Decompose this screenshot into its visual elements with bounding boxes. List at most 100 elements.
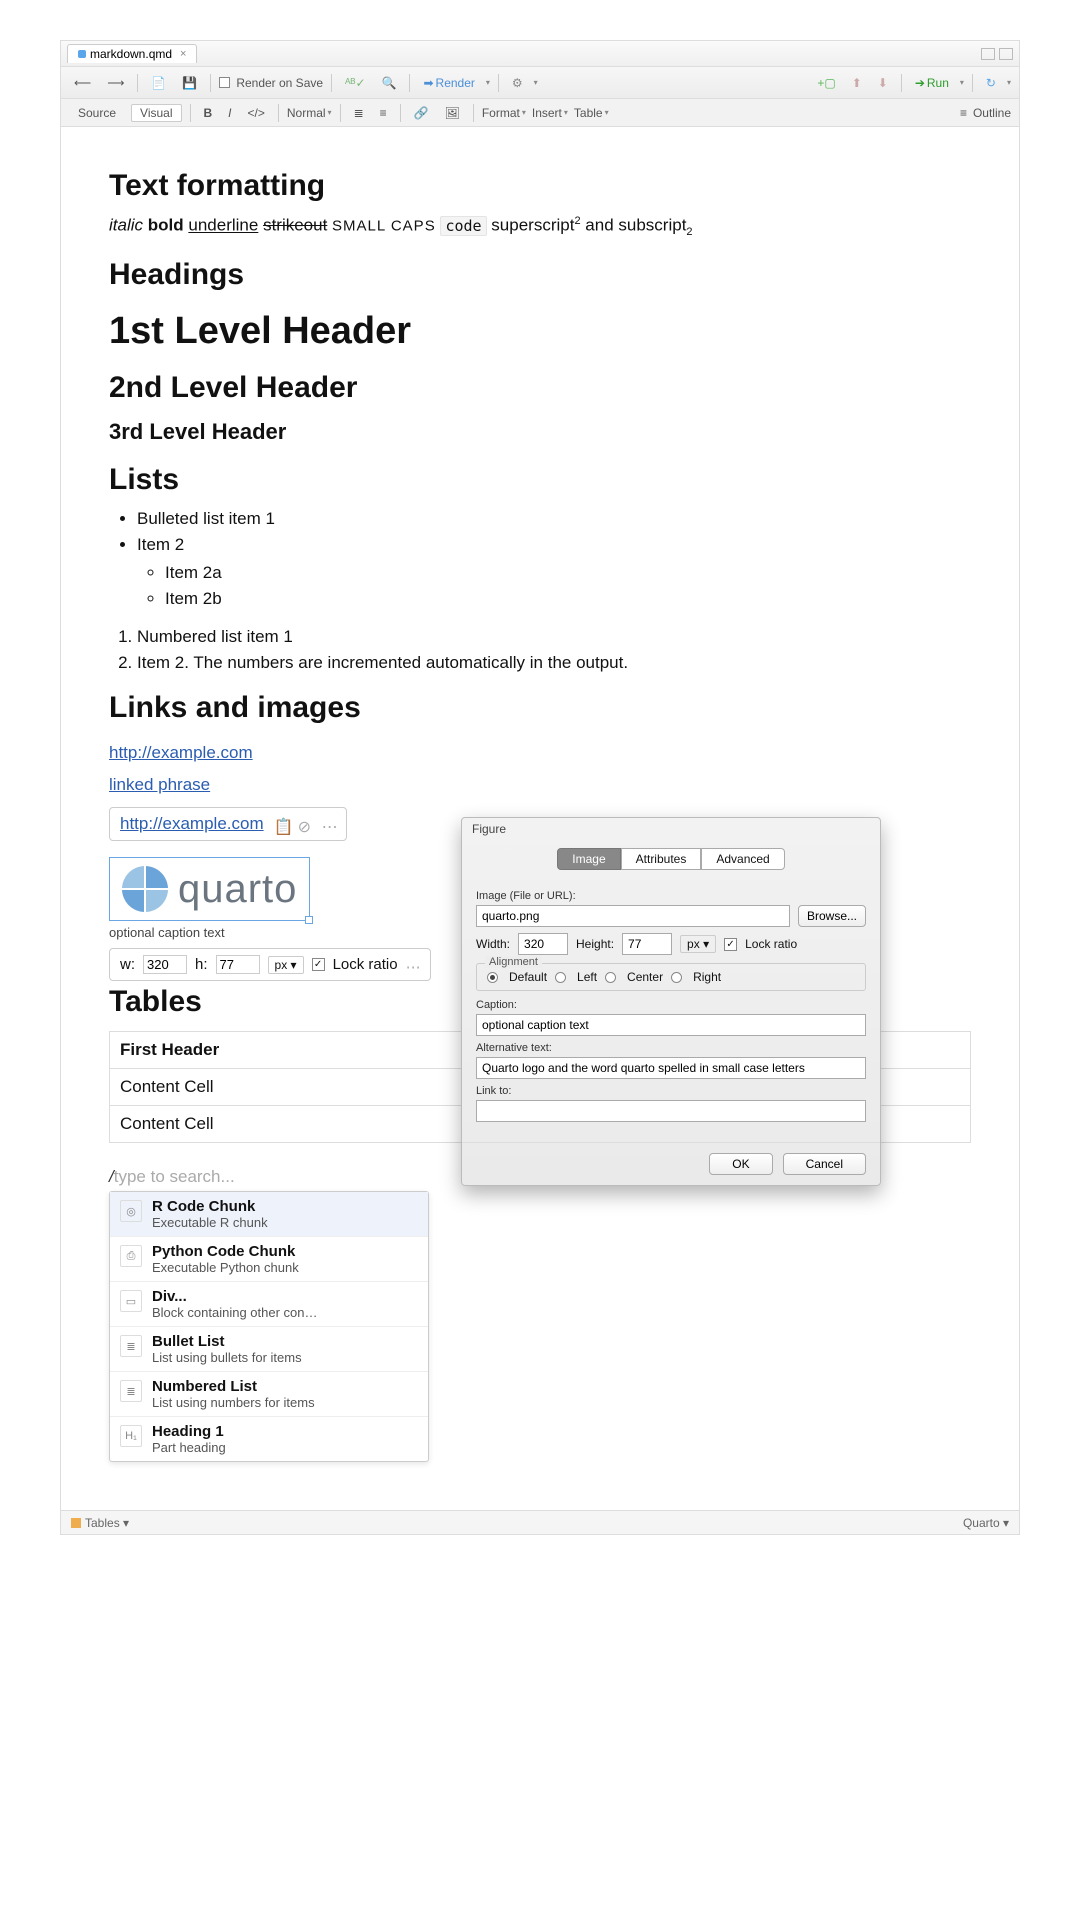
- link-to-input[interactable]: [476, 1100, 866, 1122]
- status-bar: Tables ▾ Quarto ▾: [61, 1510, 1019, 1534]
- slash-item-heading1[interactable]: H₁Heading 1Part heading: [110, 1417, 428, 1461]
- style-dropdown[interactable]: Normal▾: [287, 106, 332, 120]
- spellcheck-button[interactable]: ᴬᴮ✓: [340, 74, 370, 92]
- status-section[interactable]: Tables ▾: [85, 1516, 129, 1530]
- h1-sample: 1st Level Header: [109, 310, 971, 353]
- tab-image[interactable]: Image: [557, 848, 620, 870]
- lock-ratio-checkbox[interactable]: ✓: [312, 958, 325, 971]
- remove-link-icon[interactable]: ⊘: [298, 817, 312, 831]
- bullet-list-button[interactable]: ≣: [349, 104, 369, 122]
- main-toolbar: ⟵ ⟶ 📄 💾 Render on Save ᴬᴮ✓ 🔍 ➡ Render ▾ …: [61, 67, 1019, 99]
- find-button[interactable]: 🔍: [377, 74, 402, 92]
- add-chunk-button[interactable]: +▢: [812, 74, 840, 92]
- resize-handle-icon[interactable]: [305, 916, 313, 924]
- tab-attributes[interactable]: Attributes: [621, 848, 702, 870]
- cancel-button[interactable]: Cancel: [783, 1153, 866, 1175]
- unit-select[interactable]: px ▾: [268, 956, 304, 974]
- h2-sample: 2nd Level Header: [109, 371, 971, 405]
- link-example-1[interactable]: http://example.com: [109, 743, 253, 763]
- file-tab[interactable]: markdown.qmd ×: [67, 44, 197, 63]
- render-button[interactable]: ➡ Render: [418, 74, 479, 92]
- bullet-list-icon: ≣: [120, 1335, 142, 1357]
- dlg-lock-ratio-checkbox[interactable]: ✓: [724, 938, 737, 951]
- align-center-radio[interactable]: [605, 972, 616, 983]
- maximize-icon[interactable]: [999, 48, 1013, 60]
- copy-icon[interactable]: 📋: [274, 817, 288, 831]
- align-right-radio[interactable]: [671, 972, 682, 983]
- image-button[interactable]: 🖼: [440, 104, 465, 122]
- status-format[interactable]: Quarto ▾: [963, 1516, 1009, 1530]
- minimize-icon[interactable]: [981, 48, 995, 60]
- list-item: Numbered list item 1: [137, 627, 971, 647]
- alignment-fieldset: Alignment Default Left Center Right: [476, 963, 866, 991]
- alignment-legend: Alignment: [485, 956, 542, 968]
- code-button[interactable]: </>: [243, 104, 270, 122]
- close-icon[interactable]: ×: [180, 48, 186, 60]
- publish-button[interactable]: ↻: [981, 74, 1001, 92]
- run-button[interactable]: ➔ Run: [910, 74, 954, 92]
- browse-button[interactable]: Browse...: [798, 905, 866, 927]
- link-phrase[interactable]: linked phrase: [109, 775, 210, 795]
- formatting-sample: italic bold underline strikeout SMALL CA…: [109, 215, 971, 238]
- outline-button[interactable]: Outline: [973, 106, 1011, 120]
- back-button[interactable]: ⟵: [69, 74, 96, 92]
- format-menu[interactable]: Format▾: [482, 106, 526, 120]
- align-default-radio[interactable]: [487, 972, 498, 983]
- height-input[interactable]: [216, 955, 260, 974]
- render-on-save-checkbox[interactable]: [219, 77, 230, 88]
- heading-text-formatting: Text formatting: [109, 169, 971, 203]
- table-menu[interactable]: Table▾: [574, 106, 609, 120]
- lock-ratio-label: Lock ratio: [333, 956, 398, 973]
- slash-item-bullet-list[interactable]: ≣Bullet ListList using bullets for items: [110, 1327, 428, 1372]
- image-url-label: Image (File or URL):: [476, 890, 866, 902]
- height-label: h:: [195, 956, 208, 973]
- tab-advanced[interactable]: Advanced: [701, 848, 784, 870]
- save-button[interactable]: 💾: [177, 74, 202, 92]
- settings-button[interactable]: ⚙: [507, 74, 528, 92]
- width-input[interactable]: [143, 955, 187, 974]
- align-left-radio[interactable]: [555, 972, 566, 983]
- slash-menu: ◎R Code ChunkExecutable R chunk ⎙Python …: [109, 1191, 429, 1462]
- dlg-width-input[interactable]: [518, 933, 568, 955]
- image-url-input[interactable]: [476, 905, 790, 927]
- forward-button[interactable]: ⟶: [102, 74, 129, 92]
- link-to-label: Link to:: [476, 1085, 866, 1097]
- ok-button[interactable]: OK: [709, 1153, 772, 1175]
- link-edit-popover: http://example.com 📋 ⊘ ⋯: [109, 807, 347, 841]
- dialog-title: Figure: [462, 818, 880, 840]
- italic-button[interactable]: I: [223, 104, 236, 122]
- document-canvas: Text formatting italic bold underline st…: [61, 127, 1019, 1510]
- image-selection[interactable]: quarto: [109, 857, 310, 921]
- render-on-save-label: Render on Save: [236, 76, 323, 90]
- quarto-logo-text: quarto: [178, 867, 297, 912]
- width-label: w:: [120, 956, 135, 973]
- caption-input[interactable]: [476, 1014, 866, 1036]
- dlg-unit-select[interactable]: px ▾: [680, 935, 716, 953]
- nav-down-button[interactable]: ⬇: [873, 74, 893, 92]
- link-example-2[interactable]: http://example.com: [120, 814, 264, 834]
- image-size-popover: w: h: px ▾ ✓ Lock ratio ⋯: [109, 948, 431, 981]
- slash-item-div[interactable]: ▭Div...Block containing other con…: [110, 1282, 428, 1327]
- dlg-lock-ratio-label: Lock ratio: [745, 937, 797, 951]
- link-button[interactable]: 🔗: [409, 104, 434, 122]
- slash-item-numbered-list[interactable]: ≣Numbered ListList using numbers for ite…: [110, 1372, 428, 1417]
- slash-item-r-chunk[interactable]: ◎R Code ChunkExecutable R chunk: [110, 1192, 428, 1237]
- slash-item-python-chunk[interactable]: ⎙Python Code ChunkExecutable Python chun…: [110, 1237, 428, 1282]
- more-icon[interactable]: ⋯: [406, 958, 420, 972]
- visual-mode-button[interactable]: Visual: [131, 104, 181, 122]
- render-dropdown-icon[interactable]: ▾: [486, 78, 490, 87]
- bold-button[interactable]: B: [199, 104, 218, 122]
- h3-sample: 3rd Level Header: [109, 419, 971, 445]
- div-icon: ▭: [120, 1290, 142, 1312]
- insert-menu[interactable]: Insert▾: [532, 106, 568, 120]
- nav-up-button[interactable]: ⬆: [847, 74, 867, 92]
- source-mode-button[interactable]: Source: [69, 104, 125, 122]
- alt-text-label: Alternative text:: [476, 1042, 866, 1054]
- outline-icon: ≡: [960, 106, 967, 120]
- number-list-button[interactable]: ≡: [375, 104, 392, 122]
- alt-text-input[interactable]: [476, 1057, 866, 1079]
- dialog-tabs: Image Attributes Advanced: [462, 848, 880, 870]
- dlg-height-input[interactable]: [622, 933, 672, 955]
- more-icon[interactable]: ⋯: [322, 817, 336, 831]
- show-button[interactable]: 📄: [146, 74, 171, 92]
